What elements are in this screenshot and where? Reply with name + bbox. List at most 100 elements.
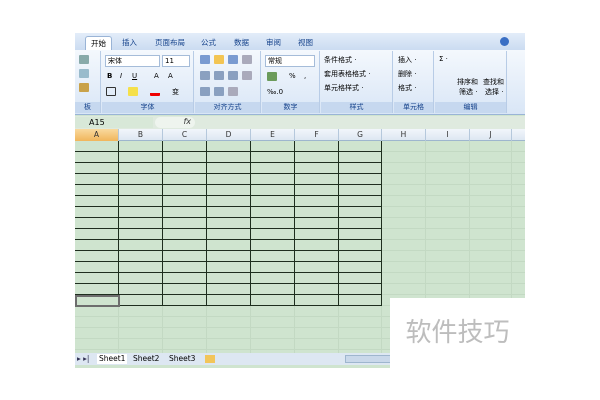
cell[interactable]	[119, 273, 163, 284]
cell[interactable]	[339, 141, 382, 152]
column-header[interactable]: B	[119, 129, 163, 141]
cell[interactable]	[382, 273, 426, 284]
cell[interactable]	[207, 152, 251, 163]
tab-review[interactable]: 审阅	[261, 36, 286, 50]
cell[interactable]	[512, 218, 525, 229]
cell[interactable]	[512, 207, 525, 218]
cell[interactable]	[382, 229, 426, 240]
tab-page-layout[interactable]: 页面布局	[150, 36, 190, 50]
cell[interactable]	[163, 141, 207, 152]
column-header[interactable]: E	[251, 129, 295, 141]
cell[interactable]	[512, 284, 525, 295]
cell[interactable]	[207, 295, 251, 306]
sheet-tab-2[interactable]: Sheet2	[133, 354, 159, 364]
cell[interactable]	[119, 229, 163, 240]
cell-styles-button[interactable]: 单元格样式 ·	[324, 83, 363, 93]
comma-button[interactable]: ,	[304, 72, 306, 80]
cell[interactable]	[207, 174, 251, 185]
cell[interactable]	[426, 196, 470, 207]
cell[interactable]	[382, 251, 426, 262]
cell[interactable]	[207, 240, 251, 251]
cell[interactable]	[382, 174, 426, 185]
cell[interactable]	[295, 251, 339, 262]
phonetic-button[interactable]: 变	[172, 87, 179, 97]
tab-home[interactable]: 开始	[85, 36, 112, 50]
cell[interactable]	[470, 284, 512, 295]
column-header[interactable]: H	[382, 129, 426, 141]
cell[interactable]	[470, 141, 512, 152]
cell[interactable]	[470, 273, 512, 284]
cell[interactable]	[512, 185, 525, 196]
cell[interactable]	[251, 273, 295, 284]
italic-button[interactable]: I	[120, 72, 122, 80]
cell[interactable]	[119, 317, 163, 328]
cell[interactable]	[426, 251, 470, 262]
cell[interactable]	[251, 306, 295, 317]
decimal-buttons[interactable]: ‰.0	[267, 88, 283, 96]
cell[interactable]	[512, 141, 525, 152]
insert-sheet-icon[interactable]	[205, 355, 215, 363]
cell[interactable]	[339, 196, 382, 207]
cell[interactable]	[119, 339, 163, 350]
cell[interactable]	[339, 218, 382, 229]
tab-insert[interactable]: 插入	[117, 36, 142, 50]
cell[interactable]	[339, 284, 382, 295]
cell[interactable]	[75, 262, 119, 273]
cell[interactable]	[295, 295, 339, 306]
cell[interactable]	[75, 196, 119, 207]
cell[interactable]	[339, 328, 382, 339]
cell[interactable]	[119, 174, 163, 185]
cell[interactable]	[163, 284, 207, 295]
cell[interactable]	[75, 328, 119, 339]
cell[interactable]	[75, 251, 119, 262]
tab-view[interactable]: 视图	[293, 36, 318, 50]
cell[interactable]	[382, 141, 426, 152]
cell[interactable]	[251, 141, 295, 152]
cell[interactable]	[119, 152, 163, 163]
find-select-button-2[interactable]: 选择 ·	[485, 87, 503, 97]
cell[interactable]	[295, 141, 339, 152]
cell[interactable]	[339, 317, 382, 328]
percent-button[interactable]: %	[289, 72, 296, 80]
cell[interactable]	[426, 163, 470, 174]
font-size-select[interactable]: 11	[162, 55, 190, 67]
cell[interactable]	[512, 262, 525, 273]
increase-indent-icon[interactable]	[214, 87, 224, 96]
number-format-select[interactable]: 常规	[265, 55, 315, 67]
cell[interactable]	[75, 317, 119, 328]
cell[interactable]	[119, 251, 163, 262]
cell[interactable]	[163, 328, 207, 339]
cell[interactable]	[295, 262, 339, 273]
cell[interactable]	[251, 295, 295, 306]
merge-icon[interactable]	[242, 71, 252, 80]
font-color-icon[interactable]	[150, 87, 160, 96]
help-icon[interactable]	[500, 37, 509, 46]
cell[interactable]	[426, 152, 470, 163]
cell[interactable]	[163, 262, 207, 273]
cell[interactable]	[295, 152, 339, 163]
cell[interactable]	[295, 207, 339, 218]
cell[interactable]	[295, 284, 339, 295]
cell[interactable]	[295, 218, 339, 229]
cell[interactable]	[251, 317, 295, 328]
cell[interactable]	[339, 295, 382, 306]
cut-icon[interactable]	[79, 55, 89, 64]
sheet-tab-3[interactable]: Sheet3	[169, 354, 195, 364]
sheet-nav-buttons[interactable]: ▸ ▸|	[77, 354, 89, 364]
column-header[interactable]: A	[75, 129, 119, 141]
cell[interactable]	[426, 229, 470, 240]
cell[interactable]	[426, 273, 470, 284]
cell[interactable]	[163, 306, 207, 317]
cell[interactable]	[339, 229, 382, 240]
cell[interactable]	[119, 240, 163, 251]
cell[interactable]	[163, 174, 207, 185]
align-bottom-icon[interactable]	[228, 55, 238, 64]
underline-button[interactable]: U	[132, 72, 137, 80]
cell[interactable]	[426, 207, 470, 218]
cell[interactable]	[295, 273, 339, 284]
cell[interactable]	[512, 229, 525, 240]
cell[interactable]	[339, 273, 382, 284]
column-header[interactable]: J	[470, 129, 512, 141]
cell[interactable]	[339, 185, 382, 196]
cell[interactable]	[470, 196, 512, 207]
